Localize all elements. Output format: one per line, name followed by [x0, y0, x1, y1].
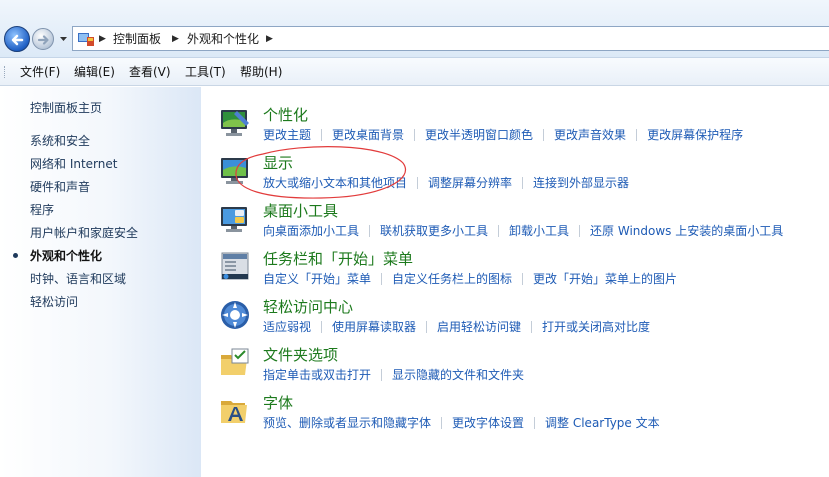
link-restore-gadgets[interactable]: 还原 Windows 上安装的桌面小工具 [590, 224, 783, 238]
link-divider [417, 177, 419, 189]
link-divider [522, 177, 524, 189]
breadcrumb-appearance[interactable]: 外观和个性化 [187, 31, 259, 47]
control-panel-icon [78, 33, 94, 46]
category-title[interactable]: 轻松访问中心 [263, 297, 353, 317]
link-customize-start-menu[interactable]: 自定义「开始」菜单 [263, 272, 371, 286]
category-title[interactable]: 桌面小工具 [263, 201, 338, 221]
link-divider [531, 321, 533, 333]
link-customize-taskbar-icons[interactable]: 自定义任务栏上的图标 [392, 272, 512, 286]
category-title[interactable]: 个性化 [263, 105, 308, 125]
sidebar-item-user-accounts[interactable]: 用户帐户和家庭安全 [30, 225, 138, 241]
category-title[interactable]: 文件夹选项 [263, 345, 338, 365]
link-divider [534, 417, 536, 429]
link-ease-access-keys[interactable]: 启用轻松访问键 [437, 320, 521, 334]
link-font-settings[interactable]: 更改字体设置 [452, 416, 524, 430]
link-cleartype[interactable]: 调整 ClearType 文本 [545, 416, 660, 430]
back-arrow-icon [11, 34, 24, 46]
link-change-screensaver[interactable]: 更改屏幕保护程序 [647, 128, 743, 142]
link-external-display[interactable]: 连接到外部显示器 [533, 176, 629, 190]
link-high-contrast[interactable]: 打开或关闭高对比度 [542, 320, 650, 334]
link-screen-resolution[interactable]: 调整屏幕分辨率 [428, 176, 512, 190]
menu-grip [4, 66, 7, 78]
link-divider [522, 273, 524, 285]
link-change-start-picture[interactable]: 更改「开始」菜单上的图片 [533, 272, 677, 286]
sidebar-item-system-security[interactable]: 系统和安全 [30, 133, 90, 149]
category-fonts: 字体 预览、删除或者显示和隐藏字体 更改字体设置 调整 ClearType 文本 [201, 393, 829, 439]
breadcrumb-separator-icon[interactable]: ▶ [266, 32, 276, 46]
link-screen-reader[interactable]: 使用屏幕读取器 [332, 320, 416, 334]
breadcrumb-separator-icon[interactable]: ▶ [99, 32, 109, 46]
category-folder-options: 文件夹选项 指定单击或双击打开 显示隐藏的文件和文件夹 [201, 345, 829, 391]
category-links: 自定义「开始」菜单 自定义任务栏上的图标 更改「开始」菜单上的图片 [263, 271, 677, 287]
link-change-theme[interactable]: 更改主题 [263, 128, 311, 142]
annotation-circle [235, 146, 406, 199]
link-divider [426, 321, 428, 333]
folder-options-icon [221, 348, 249, 375]
back-button[interactable] [4, 26, 30, 52]
menu-file[interactable]: 文件(F) [20, 64, 60, 80]
link-divider [381, 273, 383, 285]
menu-help[interactable]: 帮助(H) [240, 64, 282, 80]
forward-arrow-icon [37, 35, 49, 45]
link-show-hidden-files[interactable]: 显示隐藏的文件和文件夹 [392, 368, 524, 382]
ease-of-access-icon [221, 301, 249, 329]
taskbar-icon [221, 252, 249, 280]
category-links: 预览、删除或者显示和隐藏字体 更改字体设置 调整 ClearType 文本 [263, 415, 660, 431]
link-add-gadgets[interactable]: 向桌面添加小工具 [263, 224, 359, 238]
link-uninstall-gadget[interactable]: 卸载小工具 [509, 224, 569, 238]
sidebar-item-hardware-sound[interactable]: 硬件和声音 [30, 179, 90, 195]
link-divider [441, 417, 443, 429]
link-get-more-gadgets[interactable]: 联机获取更多小工具 [380, 224, 488, 238]
menu-edit[interactable]: 编辑(E) [74, 64, 115, 80]
menu-tools[interactable]: 工具(T) [185, 64, 226, 80]
category-links: 指定单击或双击打开 显示隐藏的文件和文件夹 [263, 367, 524, 383]
link-change-window-color[interactable]: 更改半透明窗口颜色 [425, 128, 533, 142]
link-low-vision[interactable]: 适应弱视 [263, 320, 311, 334]
breadcrumb-separator-icon[interactable]: ▶ [172, 32, 182, 46]
sidebar-item-programs[interactable]: 程序 [30, 202, 54, 218]
sidebar-item-ease-of-access[interactable]: 轻松访问 [30, 294, 78, 310]
category-title[interactable]: 任务栏和「开始」菜单 [263, 249, 413, 269]
link-divider [321, 129, 323, 141]
category-gadgets: 桌面小工具 向桌面添加小工具 联机获取更多小工具 卸载小工具 还原 Windows 上… [201, 201, 829, 247]
address-input[interactable]: ▶ 控制面板 ▶ 外观和个性化 ▶ [72, 26, 829, 51]
link-divider [579, 225, 581, 237]
link-divider [369, 225, 371, 237]
sidebar-item-network[interactable]: 网络和 Internet [30, 156, 117, 172]
link-preview-fonts[interactable]: 预览、删除或者显示和隐藏字体 [263, 416, 431, 430]
link-single-double-click[interactable]: 指定单击或双击打开 [263, 368, 371, 382]
category-title[interactable]: 字体 [263, 393, 293, 413]
category-ease-of-access: 轻松访问中心 适应弱视 使用屏幕读取器 启用轻松访问键 打开或关闭高对比度 [201, 297, 829, 343]
address-bar-area: ▶ 控制面板 ▶ 外观和个性化 ▶ [0, 0, 829, 58]
forward-button[interactable] [32, 28, 54, 50]
menu-view[interactable]: 查看(V) [129, 64, 171, 80]
breadcrumb-control-panel[interactable]: 控制面板 [113, 31, 161, 47]
fonts-folder-icon [221, 401, 247, 423]
link-divider [498, 225, 500, 237]
link-divider [543, 129, 545, 141]
link-divider [636, 129, 638, 141]
category-links: 向桌面添加小工具 联机获取更多小工具 卸载小工具 还原 Windows 上安装的桌面小… [263, 223, 783, 239]
gadgets-icon [221, 207, 247, 232]
sidebar-item-appearance-selected[interactable]: 外观和个性化 [30, 248, 102, 264]
menu-bar: 文件(F) 编辑(E) 查看(V) 工具(T) 帮助(H) [0, 58, 829, 86]
recent-pages-chevron-icon[interactable] [59, 35, 68, 43]
link-change-sounds[interactable]: 更改声音效果 [554, 128, 626, 142]
link-divider [321, 321, 323, 333]
personalization-monitor-icon [221, 110, 249, 136]
selected-bullet-icon [13, 253, 18, 258]
category-links: 适应弱视 使用屏幕读取器 启用轻松访问键 打开或关闭高对比度 [263, 319, 650, 335]
sidebar: 控制面板主页 系统和安全 网络和 Internet 硬件和声音 程序 用户帐户和… [0, 87, 201, 477]
link-change-desktop-background[interactable]: 更改桌面背景 [332, 128, 404, 142]
category-links: 更改主题 更改桌面背景 更改半透明窗口颜色 更改声音效果 更改屏幕保护程序 [263, 127, 743, 143]
link-divider [414, 129, 416, 141]
category-taskbar: 任务栏和「开始」菜单 自定义「开始」菜单 自定义任务栏上的图标 更改「开始」菜单上的… [201, 249, 829, 295]
sidebar-home-link[interactable]: 控制面板主页 [30, 100, 102, 116]
sidebar-item-clock-language[interactable]: 时钟、语言和区域 [30, 271, 126, 287]
link-divider [381, 369, 383, 381]
